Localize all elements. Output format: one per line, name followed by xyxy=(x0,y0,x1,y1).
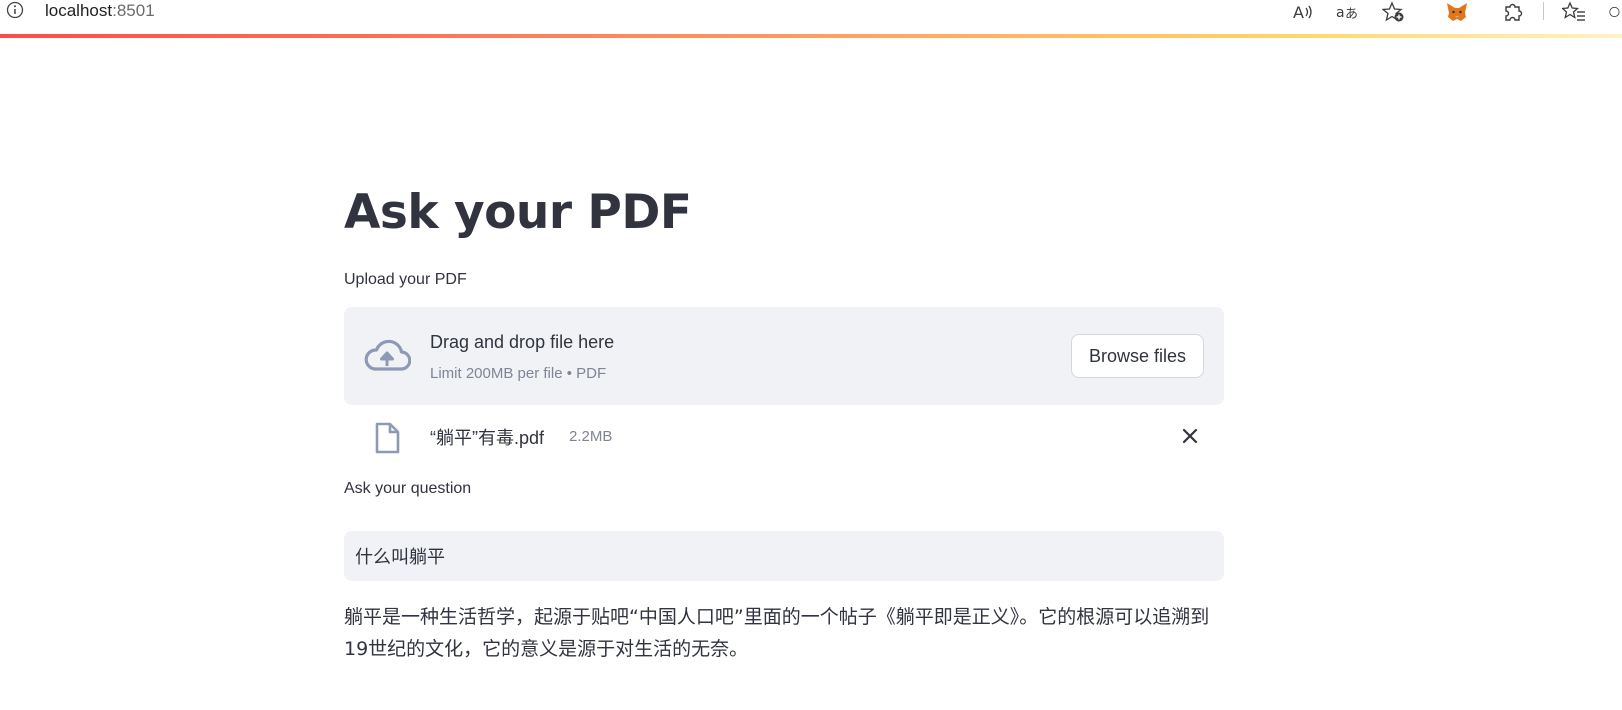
url-port: :8501 xyxy=(112,1,155,20)
file-dropzone[interactable]: Drag and drop file here Limit 200MB per … xyxy=(344,307,1224,405)
toolbar-divider xyxy=(1543,2,1544,20)
url-host: localhost xyxy=(45,1,113,20)
question-input-value: 什么叫躺平 xyxy=(355,547,445,568)
question-label: Ask your question xyxy=(344,480,472,497)
close-icon xyxy=(1182,428,1198,444)
cloud-upload-icon xyxy=(364,339,411,371)
read-aloud-icon[interactable]: A xyxy=(1290,0,1316,24)
answer-text: 躺平是一种生活哲学，起源于贴吧“中国人口吧”里面的一个帖子《躺平即是正义》。它的… xyxy=(344,606,1210,660)
remove-file-button[interactable] xyxy=(1178,424,1202,448)
dropzone-limit-text: Limit 200MB per file • PDF xyxy=(430,365,607,382)
favorite-add-icon[interactable] xyxy=(1381,0,1407,24)
browse-files-button[interactable]: Browse files xyxy=(1071,334,1204,378)
page-title: Ask your PDF xyxy=(344,185,692,240)
file-icon xyxy=(375,422,400,454)
uploaded-file-row: “躺平”有毒.pdf 2.2MB xyxy=(344,416,1224,464)
edge-overflow-icon[interactable] xyxy=(1608,0,1622,24)
uploaded-file-size: 2.2MB xyxy=(569,428,613,445)
upload-label: Upload your PDF xyxy=(344,271,467,288)
dropzone-title: Drag and drop file here xyxy=(430,332,615,352)
url-field[interactable]: localhost:8501 xyxy=(45,0,155,22)
translate-icon[interactable]: aあ xyxy=(1335,0,1361,24)
svg-text:あ: あ xyxy=(1345,7,1358,22)
question-input[interactable]: 什么叫躺平 xyxy=(344,531,1224,581)
favorites-icon[interactable] xyxy=(1561,0,1587,24)
streamlit-decoration-bar xyxy=(0,34,1622,38)
svg-text:A: A xyxy=(1293,3,1304,22)
uploaded-file-name: “躺平”有毒.pdf xyxy=(430,428,545,448)
extensions-icon[interactable] xyxy=(1500,0,1526,24)
svg-text:a: a xyxy=(1336,5,1345,21)
metamask-fox-icon[interactable] xyxy=(1444,0,1470,24)
info-icon[interactable] xyxy=(6,1,24,19)
browser-address-bar: localhost:8501 A aあ xyxy=(0,0,1622,34)
